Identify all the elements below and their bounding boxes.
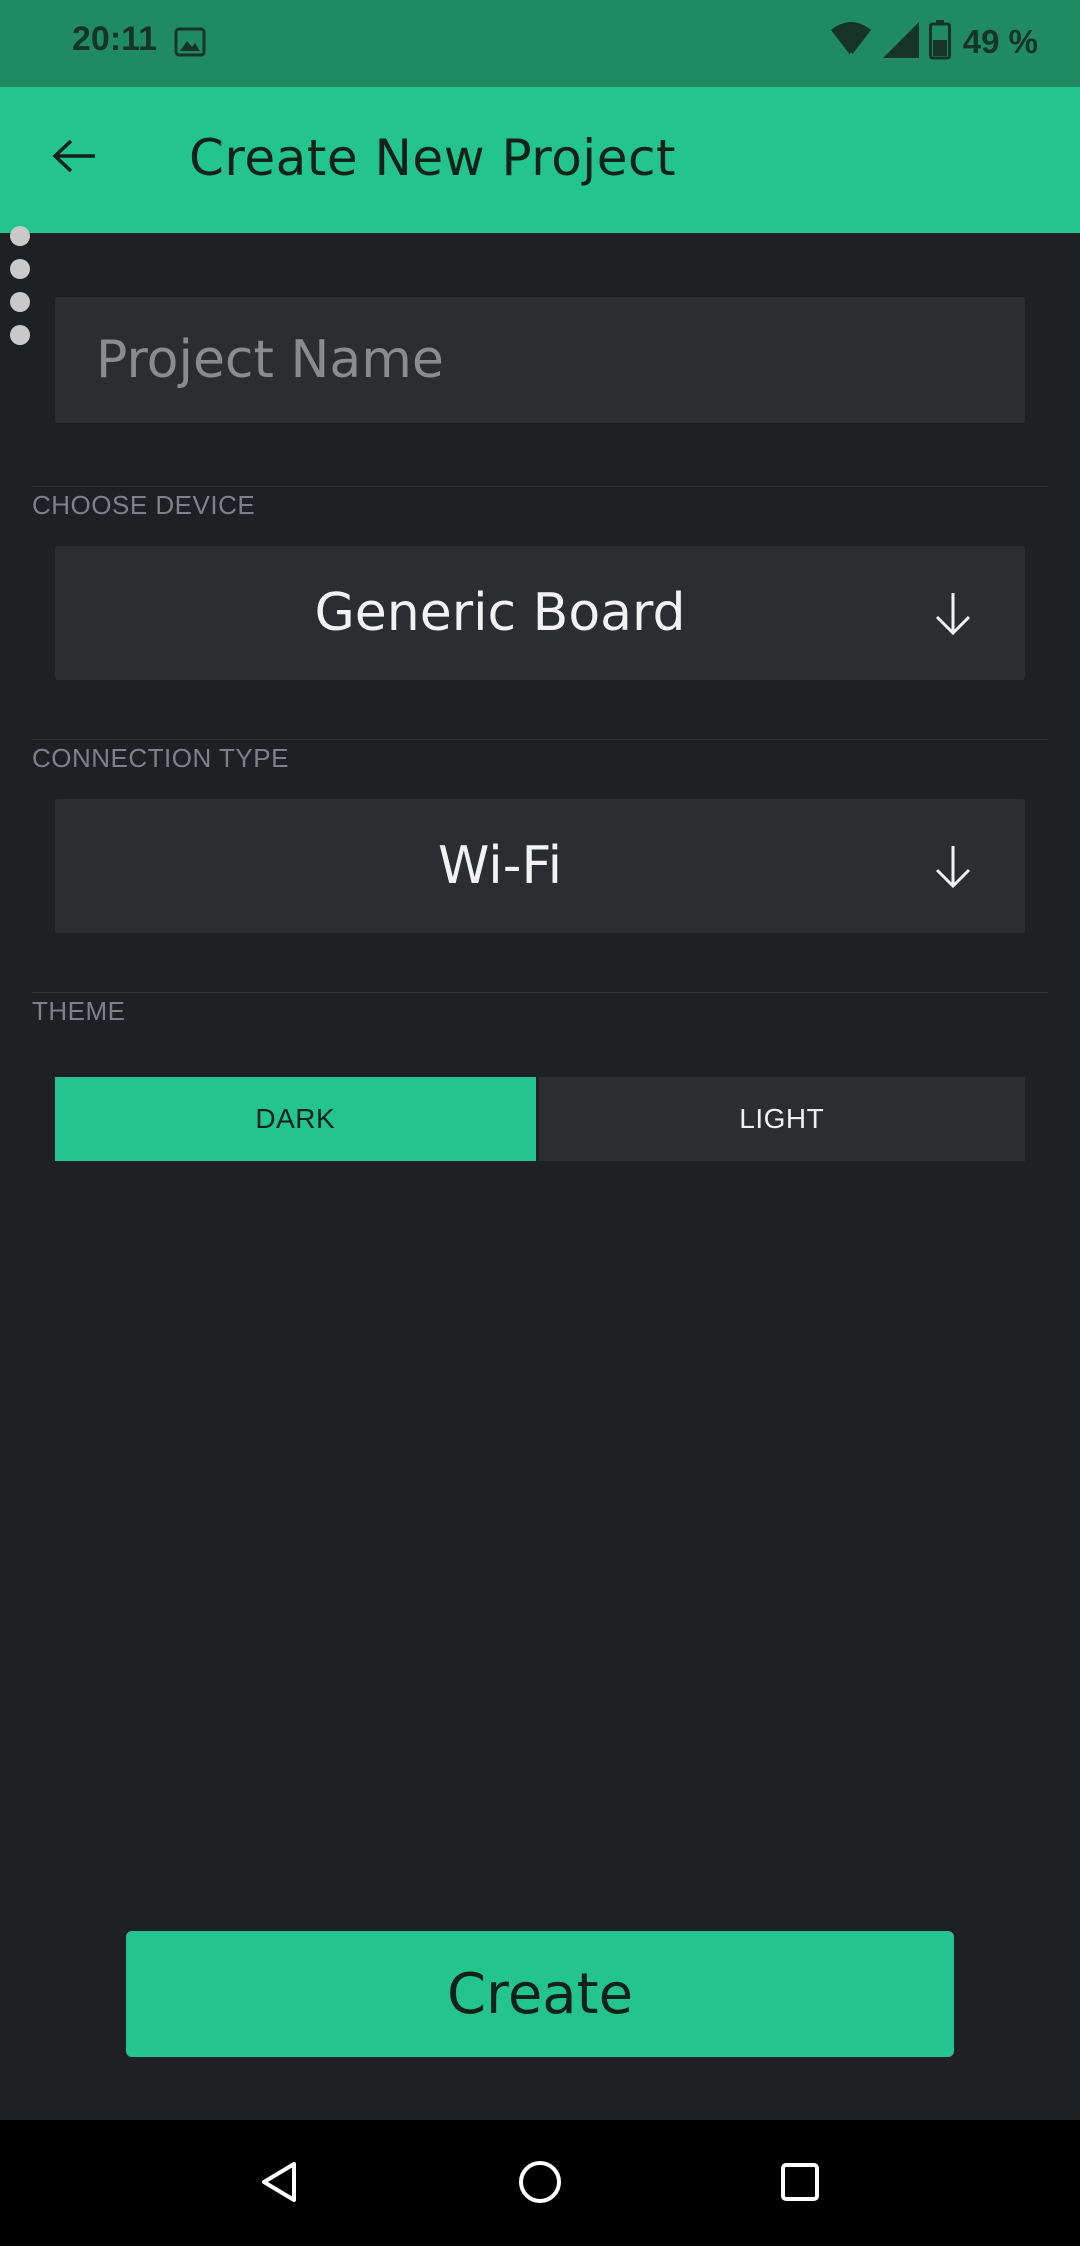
home-icon <box>516 2158 564 2210</box>
theme-label: THEME <box>32 996 126 1026</box>
app-screen: 20:11 49 % Create New Project Project Na… <box>0 0 1080 2246</box>
nav-back-button[interactable] <box>252 2156 308 2212</box>
back-arrow-icon <box>51 138 99 178</box>
battery-icon <box>928 20 951 64</box>
connection-type-label: CONNECTION TYPE <box>32 743 289 773</box>
gallery-icon <box>174 27 206 61</box>
connection-select[interactable]: Wi-Fi <box>55 799 1025 933</box>
connection-select-value: Wi-Fi <box>437 836 563 896</box>
status-time: 20:11 <box>72 20 158 58</box>
page-title: Create New Project <box>189 129 677 187</box>
drag-dot <box>10 292 30 312</box>
theme-toggle: DARK LIGHT <box>55 1077 1025 1161</box>
battery-percent: 49 % <box>962 23 1038 60</box>
back-icon <box>258 2160 302 2208</box>
drag-dot <box>10 325 30 345</box>
choose-device-label: CHOOSE DEVICE <box>32 490 256 520</box>
theme-light-option[interactable]: LIGHT <box>538 1077 1025 1161</box>
drag-dot <box>10 259 30 279</box>
status-bar: 20:11 49 % <box>0 0 1080 87</box>
drag-handle[interactable] <box>10 226 34 352</box>
arrow-down-icon <box>931 591 975 641</box>
device-select-value: Generic Board <box>314 583 686 643</box>
recents-icon <box>778 2160 822 2208</box>
project-name-input[interactable] <box>55 297 1025 423</box>
device-select[interactable]: Generic Board <box>55 546 1025 680</box>
status-icons: 49 % <box>829 18 1038 66</box>
create-button[interactable]: Create <box>126 1931 954 2057</box>
divider <box>32 486 1048 487</box>
nav-home-button[interactable] <box>512 2156 568 2212</box>
signal-icon <box>881 20 921 64</box>
app-bar: Create New Project <box>0 87 1080 233</box>
arrow-down-icon <box>931 844 975 894</box>
back-button[interactable] <box>40 123 110 193</box>
wifi-icon <box>829 18 873 66</box>
divider <box>32 739 1048 740</box>
navigation-bar <box>0 2120 1080 2246</box>
divider <box>32 992 1048 993</box>
nav-recents-button[interactable] <box>772 2156 828 2212</box>
drag-dot <box>10 226 30 246</box>
theme-dark-option[interactable]: DARK <box>55 1077 536 1161</box>
